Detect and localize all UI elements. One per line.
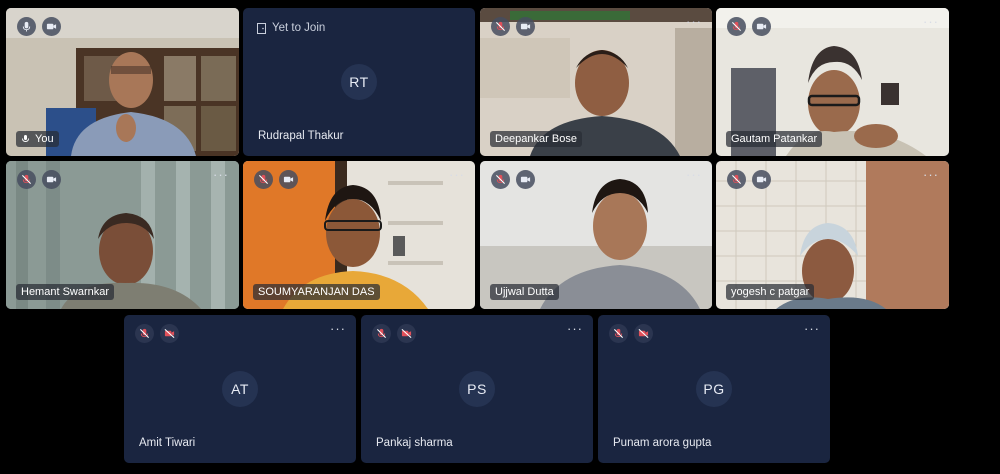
more-options-button[interactable]: ··· <box>686 168 702 181</box>
participant-tile-punam-arora-gupta[interactable]: ··· PG Punam arora gupta <box>598 315 830 463</box>
join-status-text: Yet to Join <box>272 22 326 34</box>
camera-icon[interactable] <box>42 17 61 36</box>
more-options-button[interactable]: ··· <box>686 15 702 28</box>
avatar: PG <box>696 371 732 407</box>
participant-tile-amit-tiwari[interactable]: ··· AT Amit Tiwari <box>124 315 356 463</box>
participant-name-label: Deepankar Bose <box>490 131 582 147</box>
more-options-button[interactable]: ··· <box>923 15 939 28</box>
camera-off-icon[interactable] <box>160 324 179 343</box>
camera-icon[interactable] <box>752 170 771 189</box>
camera-icon[interactable] <box>42 170 61 189</box>
participant-name-label: yogesh c patgar <box>726 284 815 300</box>
participant-name: Ujjwal Dutta <box>495 286 554 298</box>
more-options-button[interactable]: ··· <box>923 168 939 181</box>
mic-muted-icon[interactable] <box>17 170 36 189</box>
avatar: PS <box>459 371 495 407</box>
door-icon <box>257 22 266 34</box>
mic-muted-icon[interactable] <box>727 170 746 189</box>
participant-name: Punam arora gupta <box>613 437 712 449</box>
participant-name-label: Ujjwal Dutta <box>490 284 559 300</box>
participant-tile-deepankar-bose[interactable]: ··· Deepankar Bose <box>480 8 712 156</box>
participant-tile-ujjwal-dutta[interactable]: ··· Ujjwal Dutta <box>480 161 712 309</box>
avatar: AT <box>222 371 258 407</box>
mic-muted-icon[interactable] <box>491 17 510 36</box>
more-options-button[interactable]: ··· <box>213 168 229 181</box>
participant-tile-gautam-patankar[interactable]: ··· Gautam Patankar <box>716 8 949 156</box>
participant-name-label: You <box>16 131 59 147</box>
camera-icon[interactable] <box>279 170 298 189</box>
participant-name: Pankaj sharma <box>376 437 453 449</box>
participant-tile-hemant-swarnkar[interactable]: ··· Hemant Swarnkar <box>6 161 239 309</box>
participant-name: SOUMYARANJAN DAS <box>258 286 375 298</box>
more-options-button[interactable]: ··· <box>567 322 583 335</box>
mic-muted-icon[interactable] <box>491 170 510 189</box>
participant-name: You <box>35 133 54 145</box>
camera-off-icon[interactable] <box>397 324 416 343</box>
avatar: RT <box>341 64 377 100</box>
mic-muted-icon[interactable] <box>727 17 746 36</box>
more-options-button[interactable]: ··· <box>330 322 346 335</box>
camera-icon[interactable] <box>752 17 771 36</box>
participant-name: Deepankar Bose <box>495 133 577 145</box>
participant-name: Amit Tiwari <box>139 437 196 449</box>
participant-name: Gautam Patankar <box>731 133 818 145</box>
mic-icon[interactable] <box>17 17 36 36</box>
camera-icon[interactable] <box>516 170 535 189</box>
participant-name-label: SOUMYARANJAN DAS <box>253 284 380 300</box>
participant-tile-you[interactable]: You <box>6 8 239 156</box>
participant-tile-soumyaranjan-das[interactable]: ··· SOUMYARANJAN DAS <box>243 161 475 309</box>
speaking-icon <box>22 135 29 142</box>
participant-tile-rudrapal-thakur[interactable]: Yet to Join RT Rudrapal Thakur <box>243 8 475 156</box>
mic-muted-icon[interactable] <box>254 170 273 189</box>
mic-muted-icon[interactable] <box>609 324 628 343</box>
participant-name-label: Gautam Patankar <box>726 131 823 147</box>
more-options-button[interactable]: ··· <box>449 168 465 181</box>
join-status: Yet to Join <box>257 22 325 34</box>
mic-muted-icon[interactable] <box>372 324 391 343</box>
camera-off-icon[interactable] <box>634 324 653 343</box>
participant-name: yogesh c patgar <box>731 286 810 298</box>
participant-tile-pankaj-sharma[interactable]: ··· PS Pankaj sharma <box>361 315 593 463</box>
mic-muted-icon[interactable] <box>135 324 154 343</box>
participant-name: Rudrapal Thakur <box>258 130 344 142</box>
participant-tile-yogesh-c-patgar[interactable]: ··· yogesh c patgar <box>716 161 949 309</box>
participant-name: Hemant Swarnkar <box>21 286 110 298</box>
participant-name-label: Hemant Swarnkar <box>16 284 115 300</box>
more-options-button[interactable]: ··· <box>804 322 820 335</box>
camera-icon[interactable] <box>516 17 535 36</box>
